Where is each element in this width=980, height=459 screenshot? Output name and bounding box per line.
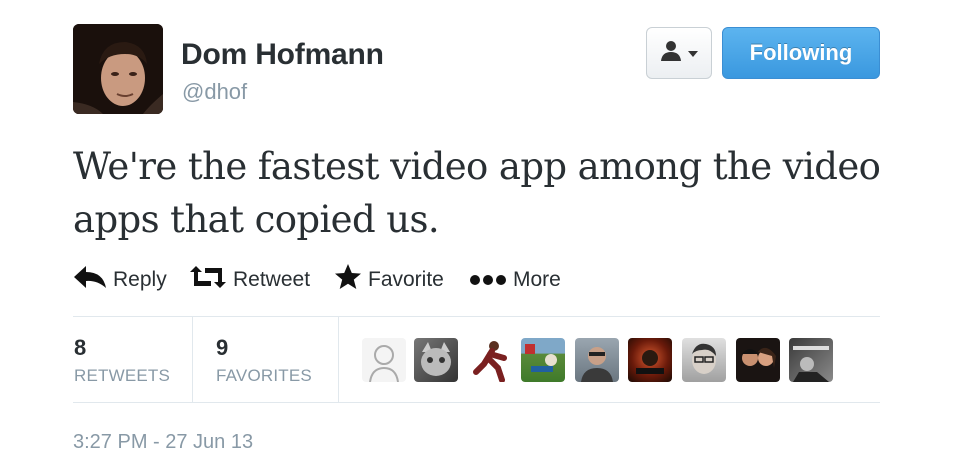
user-handle[interactable]: @dhof bbox=[182, 81, 247, 103]
favorites-label: FAVORITES bbox=[216, 366, 312, 385]
favorite-count: 9 bbox=[216, 335, 229, 360]
avatar[interactable] bbox=[362, 338, 406, 382]
favorite-action[interactable]: Favorite bbox=[334, 263, 444, 297]
retweets-label: RETWEETS bbox=[74, 366, 171, 385]
avatar[interactable] bbox=[789, 338, 833, 382]
reply-label: Reply bbox=[113, 268, 167, 291]
user-name[interactable]: Dom Hofmann bbox=[181, 40, 384, 70]
retweet-icon bbox=[189, 265, 227, 295]
user-actions-dropdown[interactable] bbox=[646, 27, 712, 79]
reply-icon bbox=[73, 264, 107, 296]
divider bbox=[338, 317, 339, 402]
tweet-text: We're the fastest video app among the vi… bbox=[73, 145, 881, 241]
avatar[interactable] bbox=[628, 338, 672, 382]
avatar[interactable] bbox=[414, 338, 458, 382]
divider bbox=[192, 317, 193, 402]
avatar[interactable] bbox=[468, 338, 512, 382]
divider bbox=[73, 316, 880, 317]
user-icon bbox=[660, 40, 684, 67]
divider bbox=[73, 402, 880, 403]
more-action[interactable]: More bbox=[469, 265, 561, 295]
favorite-label: Favorite bbox=[368, 268, 444, 291]
avatar[interactable] bbox=[521, 338, 565, 382]
more-dots-icon bbox=[469, 268, 507, 292]
retweet-count: 8 bbox=[74, 335, 87, 360]
avatar[interactable] bbox=[736, 338, 780, 382]
following-button[interactable]: Following bbox=[722, 27, 880, 79]
more-label: More bbox=[513, 268, 561, 291]
reply-action[interactable]: Reply bbox=[73, 265, 167, 295]
user-avatar[interactable] bbox=[73, 24, 163, 114]
avatar[interactable] bbox=[682, 338, 726, 382]
avatar[interactable] bbox=[575, 338, 619, 382]
tweet-timestamp[interactable]: 3:27 PM - 27 Jun 13 bbox=[73, 432, 253, 452]
retweet-label: Retweet bbox=[233, 268, 311, 291]
retweet-action[interactable]: Retweet bbox=[189, 265, 310, 295]
star-icon bbox=[334, 263, 362, 297]
caret-down-icon bbox=[688, 44, 698, 62]
